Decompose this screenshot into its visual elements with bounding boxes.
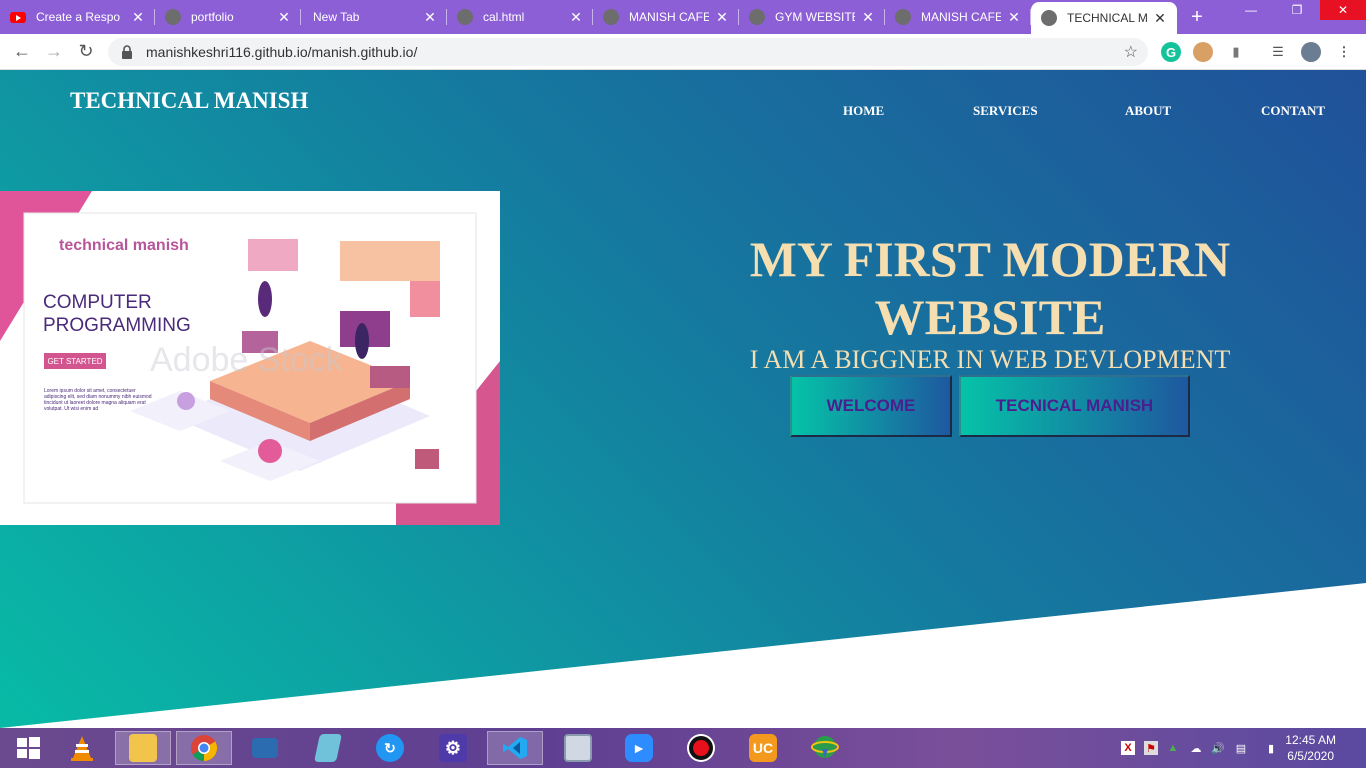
- tab-manish-cafe-2[interactable]: MANISH CAFE ✕: [885, 0, 1031, 34]
- tab-title: MANISH CAFE: [629, 10, 709, 24]
- chrome-icon[interactable]: [176, 731, 232, 765]
- zoom-icon[interactable]: ►: [611, 731, 667, 765]
- volume-icon[interactable]: 🔊: [1211, 741, 1225, 755]
- tab-title: MANISH CAFE: [921, 10, 1001, 24]
- lock-icon: [122, 45, 132, 59]
- windows-taskbar: ↻ ⚙ ► UC X ⚑ ▲ ☁ 🔊 ▤ ▮ 12:45 AM 6/5/2020: [0, 728, 1366, 768]
- grammarly-icon[interactable]: G: [1161, 42, 1181, 62]
- battery-icon[interactable]: ▮: [1264, 741, 1278, 755]
- globe-icon: [749, 9, 765, 25]
- forward-arrow-icon[interactable]: →: [38, 36, 70, 68]
- nav-services[interactable]: SERVICES: [973, 103, 1038, 119]
- system-tray: X ⚑ ▲ ☁ 🔊 ▤ ▮ 12:45 AM 6/5/2020: [1116, 728, 1366, 768]
- hero-title: MY FIRST MODERN WEBSITE: [749, 231, 1231, 345]
- taskbar-clock[interactable]: 12:45 AM 6/5/2020: [1285, 732, 1336, 764]
- hero-illustration: technical manish COMPUTER PROGRAMMING GE…: [0, 191, 500, 525]
- tab-title: TECHNICAL MA: [1067, 11, 1147, 25]
- menu-dots-icon[interactable]: ⋮: [1334, 42, 1354, 62]
- tab-new-tab[interactable]: New Tab ✕: [301, 0, 447, 34]
- clock-time: 12:45 AM: [1285, 733, 1336, 747]
- tab-close-icon[interactable]: ✕: [423, 9, 437, 26]
- tab-close-icon[interactable]: ✕: [861, 9, 875, 26]
- illustration-heading: technical manish: [59, 237, 189, 254]
- analytics-icon[interactable]: ▮: [1226, 42, 1246, 62]
- adobe-stock-watermark: Adobe Stock: [150, 341, 343, 379]
- globe-icon: [1041, 10, 1057, 26]
- globe-icon: [457, 9, 473, 25]
- globe-icon: [603, 9, 619, 25]
- address-bar[interactable]: manishkeshri116.github.io/manish.github.…: [108, 38, 1148, 66]
- close-window-icon[interactable]: ✕: [1320, 0, 1366, 20]
- tab-cal-html[interactable]: cal.html ✕: [447, 0, 593, 34]
- site-brand[interactable]: TECHNICAL MANISH: [70, 88, 308, 114]
- tray-flag-icon[interactable]: ⚑: [1144, 741, 1158, 755]
- media-queue-icon[interactable]: ☰: [1268, 42, 1288, 62]
- profile-avatar-icon[interactable]: [1301, 42, 1321, 62]
- nav-contant[interactable]: CONTANT: [1261, 103, 1325, 119]
- tab-title: New Tab: [313, 10, 360, 24]
- idm-icon[interactable]: [797, 731, 853, 765]
- bottom-slant-shape: [0, 583, 1366, 728]
- tab-manish-cafe[interactable]: MANISH CAFE ✕: [593, 0, 739, 34]
- windows-start-icon[interactable]: [0, 731, 56, 765]
- browser-toolbar: ← → ↻ manishkeshri116.github.io/manish.g…: [0, 34, 1366, 70]
- new-tab-button[interactable]: +: [1177, 0, 1217, 34]
- tecnical-manish-button[interactable]: TECNICAL MANISH: [959, 375, 1190, 437]
- tab-title: Create a Respo: [36, 10, 121, 24]
- tab-close-icon[interactable]: ✕: [715, 9, 729, 26]
- tab-portfolio[interactable]: portfolio ✕: [155, 0, 301, 34]
- back-arrow-icon[interactable]: ←: [6, 36, 38, 68]
- minimize-icon[interactable]: —: [1228, 0, 1274, 20]
- welcome-button[interactable]: WELCOME: [790, 375, 952, 437]
- tab-technical-manish[interactable]: TECHNICAL MA ✕: [1031, 2, 1177, 34]
- tab-close-icon[interactable]: ✕: [277, 9, 291, 26]
- clock-date: 6/5/2020: [1287, 749, 1334, 763]
- nav-about[interactable]: ABOUT: [1125, 103, 1171, 119]
- tab-title: cal.html: [483, 10, 525, 24]
- illustration-get-started-button: GET STARTED: [44, 353, 106, 369]
- browser-tab-strip: Create a Respo ✕ portfolio ✕ New Tab ✕ c…: [0, 0, 1366, 34]
- illustration-title-line-2: PROGRAMMING: [43, 315, 191, 336]
- tab-create-a-responsive[interactable]: Create a Respo ✕: [0, 0, 155, 34]
- sync-app-icon[interactable]: ↻: [362, 731, 418, 765]
- globe-icon: [895, 9, 911, 25]
- reload-icon[interactable]: ↻: [70, 36, 102, 68]
- tab-title: portfolio: [191, 10, 234, 24]
- vlc-icon[interactable]: [54, 731, 110, 765]
- tray-cloud-icon[interactable]: ☁: [1189, 741, 1203, 755]
- globe-icon: [165, 9, 181, 25]
- tab-close-icon[interactable]: ✕: [569, 9, 583, 26]
- monitor-app-icon[interactable]: [550, 731, 606, 765]
- tab-close-icon[interactable]: ✕: [131, 9, 145, 26]
- restore-icon[interactable]: ❐: [1274, 0, 1320, 20]
- youtube-icon: [10, 11, 26, 23]
- window-controls: — ❐ ✕: [1228, 0, 1366, 20]
- uc-browser-icon[interactable]: UC: [735, 731, 791, 765]
- recorder-icon[interactable]: [673, 731, 729, 765]
- settings-icon[interactable]: ⚙: [425, 731, 481, 765]
- nav-home[interactable]: HOME: [843, 103, 884, 119]
- illustration-body-text: Lorem ipsum dolor sit amet, consectetuer…: [44, 388, 152, 412]
- url-text: manishkeshri116.github.io/manish.github.…: [146, 44, 418, 60]
- cookie-icon[interactable]: [1193, 42, 1213, 62]
- tab-gym-website[interactable]: GYM WEBSITE ✕: [739, 0, 885, 34]
- notes-app-icon[interactable]: [300, 731, 356, 765]
- vscode-icon[interactable]: [487, 731, 543, 765]
- illustration-title-line-1: COMPUTER: [43, 292, 152, 313]
- keyboard-app-icon[interactable]: [237, 731, 293, 765]
- bookmark-star-icon[interactable]: ☆: [1124, 42, 1138, 62]
- tab-title: GYM WEBSITE: [775, 10, 855, 24]
- file-explorer-icon[interactable]: [115, 731, 171, 765]
- tray-network-app-icon[interactable]: ▲: [1166, 741, 1180, 755]
- wifi-signal-icon[interactable]: ▤: [1234, 741, 1248, 755]
- tray-app-icon[interactable]: X: [1121, 741, 1135, 755]
- tab-close-icon[interactable]: ✕: [1007, 9, 1021, 26]
- tab-close-icon[interactable]: ✕: [1153, 10, 1167, 27]
- website-hero: TECHNICAL MANISH HOME SERVICES ABOUT CON…: [0, 70, 1366, 728]
- hero-subtitle: I AM A BIGGNER IN WEB DEVLOPMENT: [749, 345, 1231, 374]
